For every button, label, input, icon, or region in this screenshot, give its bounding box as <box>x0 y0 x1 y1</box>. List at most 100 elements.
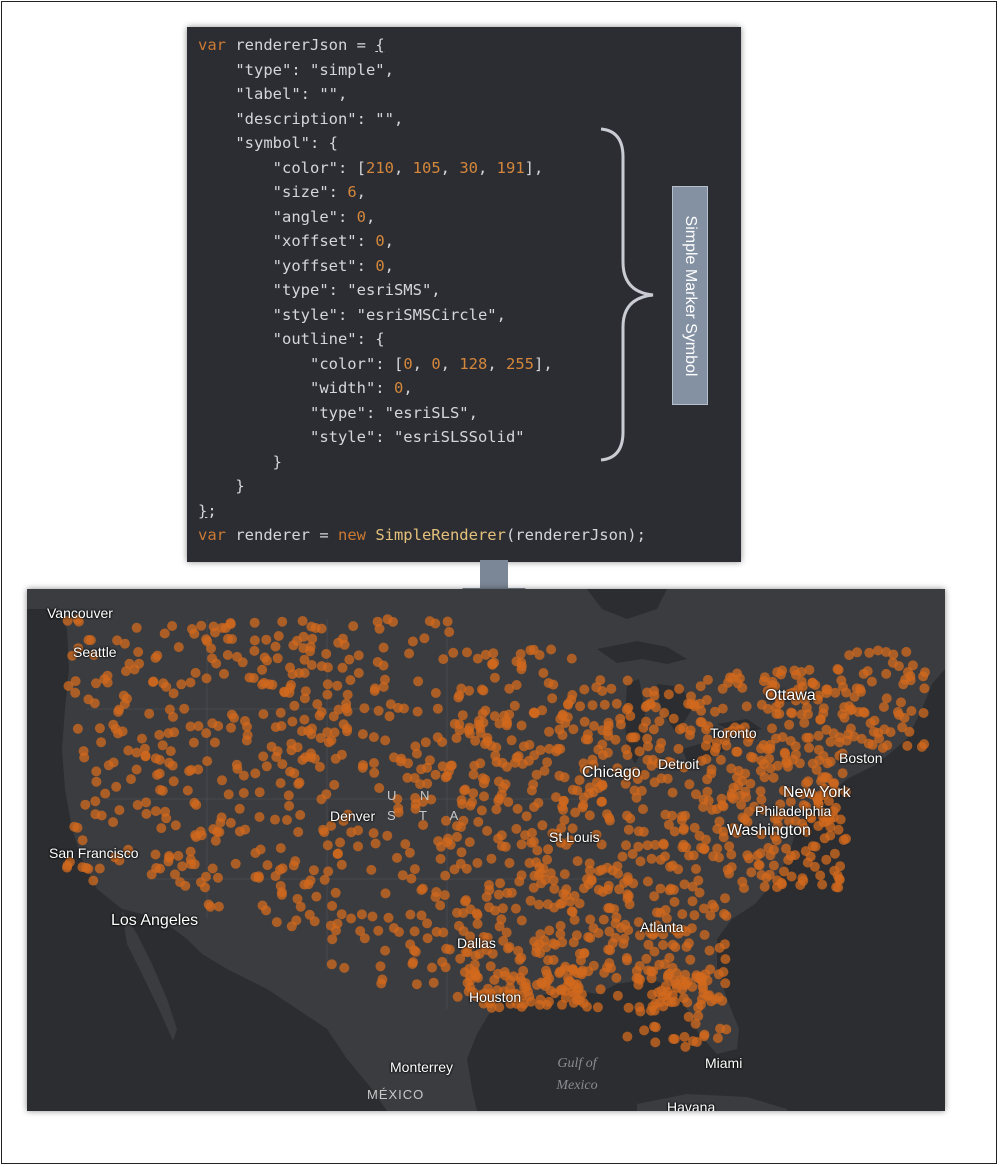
marker-point[interactable] <box>336 859 347 870</box>
marker-point[interactable] <box>91 678 101 689</box>
marker-point[interactable] <box>563 699 573 710</box>
marker-point[interactable] <box>712 843 723 854</box>
marker-point[interactable] <box>584 810 595 821</box>
marker-point[interactable] <box>295 810 306 820</box>
marker-point[interactable] <box>754 860 765 871</box>
marker-point[interactable] <box>712 1033 723 1044</box>
marker-point[interactable] <box>868 726 879 737</box>
marker-point[interactable] <box>610 734 621 745</box>
marker-point[interactable] <box>438 654 449 665</box>
marker-point[interactable] <box>215 817 226 828</box>
marker-point[interactable] <box>606 683 617 694</box>
marker-point[interactable] <box>663 689 674 700</box>
marker-point[interactable] <box>557 710 568 721</box>
marker-point[interactable] <box>558 888 569 899</box>
marker-point[interactable] <box>308 865 319 876</box>
marker-point[interactable] <box>887 657 898 668</box>
marker-point[interactable] <box>477 773 488 784</box>
marker-point[interactable] <box>346 827 357 838</box>
marker-point[interactable] <box>631 973 642 984</box>
marker-point[interactable] <box>602 726 613 737</box>
marker-point[interactable] <box>209 737 220 748</box>
marker-point[interactable] <box>203 899 214 910</box>
marker-point[interactable] <box>693 875 704 886</box>
marker-point[interactable] <box>649 1021 660 1032</box>
marker-point[interactable] <box>358 760 368 771</box>
marker-point[interactable] <box>258 709 269 720</box>
marker-point[interactable] <box>441 943 452 954</box>
marker-point[interactable] <box>494 921 505 932</box>
marker-point[interactable] <box>341 703 352 714</box>
marker-point[interactable] <box>232 763 243 774</box>
marker-point[interactable] <box>305 875 316 886</box>
marker-point[interactable] <box>382 614 393 625</box>
marker-point[interactable] <box>686 691 696 702</box>
marker-point[interactable] <box>479 791 489 802</box>
marker-point[interactable] <box>96 737 107 748</box>
marker-point[interactable] <box>289 768 300 779</box>
marker-point[interactable] <box>622 675 633 686</box>
marker-point[interactable] <box>495 878 506 889</box>
marker-point[interactable] <box>311 891 322 902</box>
marker-point[interactable] <box>327 900 338 911</box>
marker-point[interactable] <box>501 715 512 726</box>
marker-point[interactable] <box>406 873 417 884</box>
marker-point[interactable] <box>419 633 430 644</box>
marker-point[interactable] <box>683 938 694 949</box>
marker-point[interactable] <box>494 793 505 804</box>
marker-point[interactable] <box>795 880 806 890</box>
marker-point[interactable] <box>382 830 393 841</box>
marker-point[interactable] <box>684 850 694 861</box>
marker-point[interactable] <box>312 699 323 710</box>
marker-point[interactable] <box>223 789 234 800</box>
marker-point[interactable] <box>270 641 281 652</box>
marker-point[interactable] <box>678 839 689 850</box>
marker-point[interactable] <box>344 654 355 665</box>
marker-point[interactable] <box>141 797 152 808</box>
marker-point[interactable] <box>786 871 797 882</box>
marker-point[interactable] <box>685 954 696 965</box>
marker-point[interactable] <box>658 940 668 950</box>
marker-point[interactable] <box>526 785 537 796</box>
marker-point[interactable] <box>516 870 527 881</box>
marker-point[interactable] <box>355 926 366 936</box>
marker-point[interactable] <box>630 732 641 743</box>
marker-point[interactable] <box>305 641 316 652</box>
marker-point[interactable] <box>131 764 142 775</box>
marker-point[interactable] <box>270 871 281 882</box>
marker-point[interactable] <box>643 741 653 752</box>
marker-point[interactable] <box>597 739 608 750</box>
marker-point[interactable] <box>330 887 341 898</box>
marker-point[interactable] <box>538 668 549 678</box>
marker-point[interactable] <box>521 811 532 822</box>
marker-point[interactable] <box>177 861 188 872</box>
marker-point[interactable] <box>544 726 554 737</box>
marker-point[interactable] <box>444 627 455 637</box>
marker-point[interactable] <box>713 969 724 980</box>
marker-point[interactable] <box>536 878 547 889</box>
marker-point[interactable] <box>168 688 179 699</box>
marker-point[interactable] <box>454 920 464 931</box>
marker-point[interactable] <box>620 919 631 930</box>
marker-point[interactable] <box>327 934 338 945</box>
marker-point[interactable] <box>299 654 310 665</box>
marker-point[interactable] <box>273 631 284 641</box>
marker-point[interactable] <box>226 722 236 733</box>
marker-point[interactable] <box>293 827 304 837</box>
marker-point[interactable] <box>91 766 102 777</box>
marker-point[interactable] <box>410 741 421 752</box>
marker-point[interactable] <box>649 946 660 957</box>
marker-point[interactable] <box>796 667 807 677</box>
marker-point[interactable] <box>881 668 892 679</box>
marker-point[interactable] <box>702 990 713 1001</box>
marker-point[interactable] <box>168 776 179 787</box>
marker-point[interactable] <box>579 684 590 695</box>
marker-point[interactable] <box>509 700 520 711</box>
marker-point[interactable] <box>482 825 493 836</box>
marker-point[interactable] <box>442 616 453 627</box>
marker-point[interactable] <box>489 672 500 683</box>
marker-point[interactable] <box>141 808 152 819</box>
marker-point[interactable] <box>373 925 384 936</box>
marker-point[interactable] <box>94 863 105 874</box>
marker-point[interactable] <box>222 650 233 660</box>
